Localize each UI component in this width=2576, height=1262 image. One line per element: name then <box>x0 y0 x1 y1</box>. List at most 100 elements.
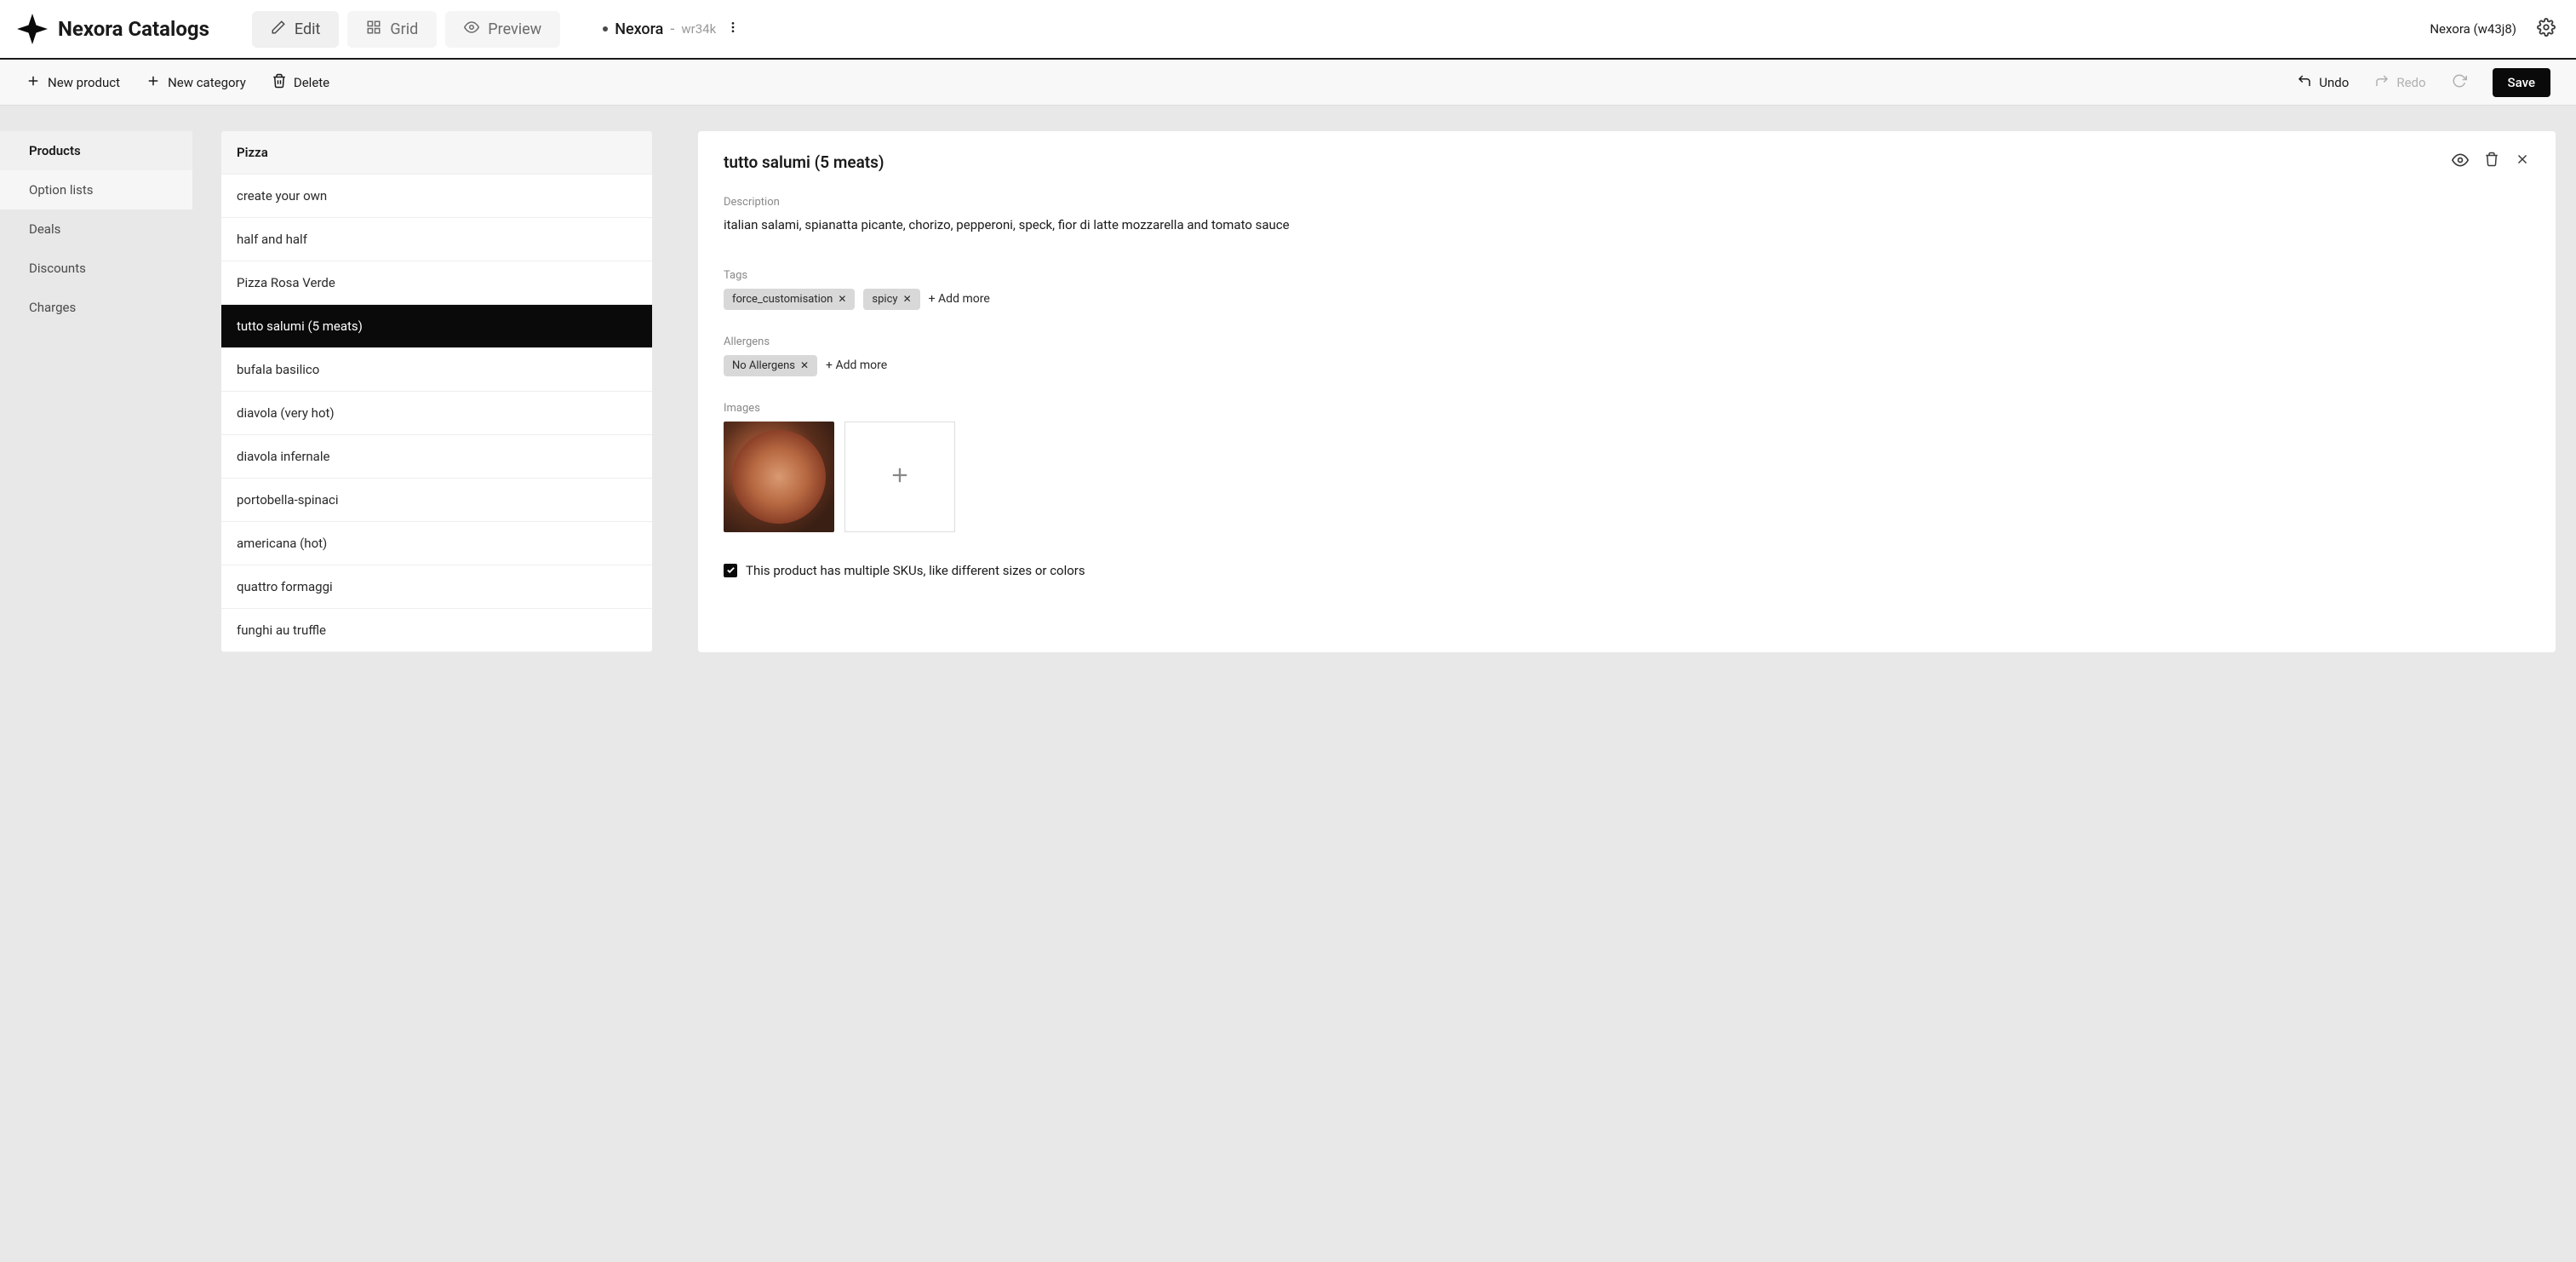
catalog-id: wr34k <box>681 21 716 37</box>
new-product-button[interactable]: New product <box>26 73 120 92</box>
detail-header: tutto salumi (5 meats) <box>724 152 2530 172</box>
product-item[interactable]: portobella-spinaci <box>221 479 652 522</box>
redo-label: Redo <box>2396 75 2425 90</box>
tab-preview[interactable]: Preview <box>445 11 560 48</box>
category-name: Pizza <box>237 145 268 160</box>
save-label: Save <box>2508 75 2535 90</box>
sku-checkbox[interactable] <box>724 564 737 577</box>
delete-label: Delete <box>294 75 329 90</box>
brand: Nexora Catalogs <box>17 14 209 44</box>
product-item[interactable]: half and half <box>221 218 652 261</box>
close-icon[interactable] <box>2515 152 2530 172</box>
brand-name: Nexora Catalogs <box>58 17 209 41</box>
sku-checkbox-row: This product has multiple SKUs, like dif… <box>724 563 2530 578</box>
plus-icon <box>888 463 912 490</box>
user-label: Nexora (w43j8) <box>2430 21 2516 37</box>
tag-chip: spicy ✕ <box>863 289 919 310</box>
catalog-name: Nexora <box>615 20 663 38</box>
product-category-header[interactable]: Pizza <box>221 131 652 175</box>
new-product-label: New product <box>48 75 120 90</box>
product-image-thumb[interactable] <box>724 422 834 532</box>
catalog-separator: - <box>670 20 674 38</box>
sidebar-item-option-lists[interactable]: Option lists <box>0 170 192 209</box>
description-label: Description <box>724 196 2530 209</box>
remove-tag-icon[interactable]: ✕ <box>838 293 846 305</box>
redo-button[interactable]: Redo <box>2374 73 2425 92</box>
allergens-field: Allergens No Allergens✕+ Add more <box>724 336 2530 376</box>
main: Products Option lists Deals Discounts Ch… <box>0 106 2576 652</box>
sidebar-item-deals[interactable]: Deals <box>0 209 192 249</box>
product-list: Pizza create your ownhalf and halfPizza … <box>221 131 652 652</box>
new-category-button[interactable]: New category <box>146 73 246 92</box>
undo-label: Undo <box>2319 75 2349 90</box>
toolbar: New product New category Delete Undo R <box>0 60 2576 106</box>
product-item[interactable]: diavola (very hot) <box>221 392 652 435</box>
toolbar-right: Undo Redo Save <box>2297 68 2550 97</box>
top-header-left: Nexora Catalogs Edit Grid Preview <box>17 11 743 48</box>
top-header: Nexora Catalogs Edit Grid Preview <box>0 0 2576 60</box>
product-item[interactable]: create your own <box>221 175 652 218</box>
detail-header-actions <box>2452 152 2530 172</box>
product-item[interactable]: diavola infernale <box>221 435 652 479</box>
product-item[interactable]: quattro formaggi <box>221 565 652 609</box>
sidebar-item-label: Deals <box>29 221 60 237</box>
sidebar-item-charges[interactable]: Charges <box>0 288 192 327</box>
trash-icon[interactable] <box>2484 152 2499 172</box>
kebab-menu-icon[interactable] <box>723 17 743 42</box>
tag-label: No Allergens <box>732 359 795 372</box>
product-item[interactable]: bufala basilico <box>221 348 652 392</box>
add-image-button[interactable] <box>844 422 955 532</box>
product-item[interactable]: tutto salumi (5 meats) <box>221 305 652 348</box>
tag-label: force_customisation <box>732 293 833 306</box>
delete-button[interactable]: Delete <box>272 73 329 92</box>
product-item[interactable]: funghi au truffle <box>221 609 652 652</box>
brand-logo-icon <box>17 14 48 44</box>
sidebar-item-products[interactable]: Products <box>0 131 192 170</box>
undo-icon <box>2297 73 2312 92</box>
tag-chip: force_customisation ✕ <box>724 289 855 310</box>
undo-button[interactable]: Undo <box>2297 73 2349 92</box>
plus-icon <box>26 73 41 92</box>
plus-icon <box>146 73 161 92</box>
tab-edit[interactable]: Edit <box>252 11 339 48</box>
view-tabs: Edit Grid Preview <box>252 11 560 48</box>
sidebar-item-label: Option lists <box>29 182 94 198</box>
remove-tag-icon[interactable]: ✕ <box>800 359 809 371</box>
add-more-button[interactable]: + Add more <box>826 359 887 372</box>
sidebar-item-label: Charges <box>29 300 76 315</box>
tag-chip: No Allergens ✕ <box>724 355 817 376</box>
toolbar-left: New product New category Delete <box>26 73 329 92</box>
sidebar-item-label: Products <box>29 143 81 158</box>
product-item[interactable]: americana (hot) <box>221 522 652 565</box>
tab-preview-label: Preview <box>488 20 541 38</box>
tab-grid[interactable]: Grid <box>347 11 437 48</box>
detail-panel: tutto salumi (5 meats) Description itali… <box>698 131 2556 652</box>
tab-edit-label: Edit <box>295 20 320 38</box>
status-dot-icon <box>603 26 608 32</box>
remove-tag-icon[interactable]: ✕ <box>903 293 912 305</box>
sidebar: Products Option lists Deals Discounts Ch… <box>0 131 192 652</box>
gear-icon[interactable] <box>2533 14 2559 43</box>
sidebar-item-label: Discounts <box>29 261 86 276</box>
reload-icon[interactable] <box>2452 73 2467 92</box>
tag-label: spicy <box>872 293 897 306</box>
tags-row: force_customisation ✕ spicy ✕ + Add more <box>724 289 2530 310</box>
save-button[interactable]: Save <box>2493 68 2550 97</box>
redo-icon <box>2374 73 2390 92</box>
pencil-icon <box>271 20 286 39</box>
catalog-info: Nexora - wr34k <box>603 17 743 42</box>
tags-label: Tags <box>724 269 2530 282</box>
tab-grid-label: Grid <box>390 20 418 38</box>
new-category-label: New category <box>168 75 246 90</box>
description-text[interactable]: italian salami, spianatta picante, chori… <box>724 215 2530 235</box>
allergens-row: No Allergens ✕ + Add more <box>724 355 2530 376</box>
product-item[interactable]: Pizza Rosa Verde <box>221 261 652 305</box>
preview-icon[interactable] <box>2452 152 2469 172</box>
images-row <box>724 422 2530 532</box>
sku-checkbox-label: This product has multiple SKUs, like dif… <box>746 563 1085 578</box>
images-field: Images <box>724 402 2530 532</box>
sidebar-item-discounts[interactable]: Discounts <box>0 249 192 288</box>
grid-icon <box>366 20 381 39</box>
add-more-button[interactable]: + Add more <box>929 292 990 306</box>
eye-icon <box>464 20 479 39</box>
